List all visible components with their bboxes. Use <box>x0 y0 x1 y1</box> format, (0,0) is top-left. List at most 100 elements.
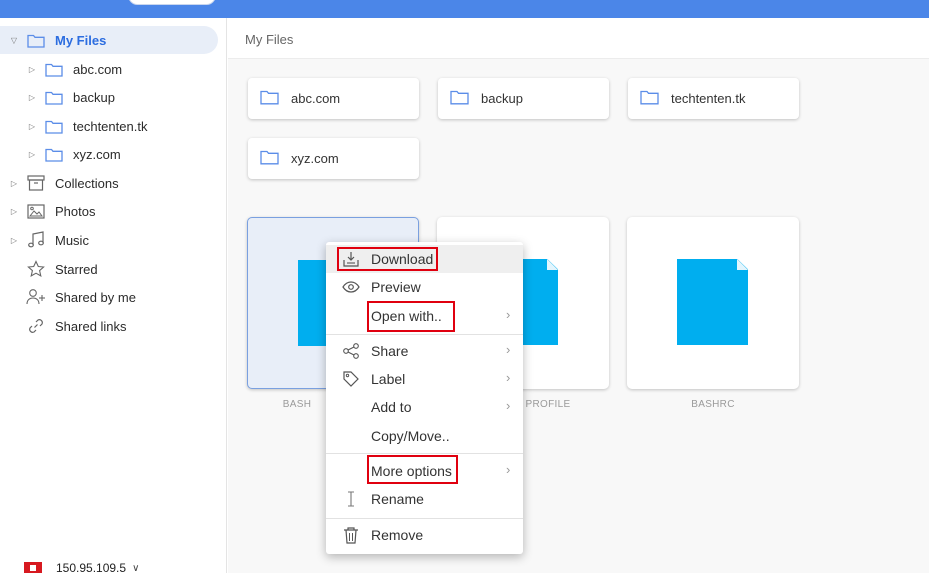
menu-item-label-tag[interactable]: Label › <box>326 365 523 393</box>
file-card[interactable] <box>627 217 799 389</box>
chevron-right-icon[interactable]: ▷ <box>9 207 19 216</box>
archive-box-icon <box>26 173 46 193</box>
menu-item-label: More options <box>371 463 452 479</box>
sidebar-item-label: Starred <box>55 261 98 277</box>
sidebar-item-folder[interactable]: ▷ backup <box>0 83 218 111</box>
top-bar <box>0 0 929 18</box>
menu-item-label: Remove <box>371 527 424 543</box>
text-cursor-icon <box>342 490 360 508</box>
menu-item-open-with[interactable]: Open with.. › <box>326 302 523 330</box>
folder-icon <box>640 89 659 110</box>
download-icon <box>342 250 360 268</box>
chevron-right-icon[interactable]: ▷ <box>27 65 37 74</box>
sidebar-item-label: Shared links <box>55 318 127 334</box>
chevron-right-icon: › <box>506 462 511 477</box>
sidebar-item-label: Collections <box>55 175 119 191</box>
share-icon <box>342 342 360 360</box>
sidebar: ▽ My Files ▷ abc.com ▷ backup ▷ techtent… <box>0 18 227 573</box>
folder-icon <box>26 30 46 50</box>
menu-item-label: Label <box>371 371 406 387</box>
menu-item-preview[interactable]: Preview <box>326 273 523 301</box>
menu-item-label: Share <box>371 343 409 359</box>
sidebar-item-label: xyz.com <box>73 146 121 162</box>
server-selector[interactable]: 150.95.109.5 ∨ <box>24 560 164 573</box>
menu-item-share[interactable]: Share › <box>326 337 523 365</box>
sidebar-item-folder[interactable]: ▷ techtenten.tk <box>0 112 218 140</box>
chevron-right-icon: › <box>506 342 511 357</box>
menu-divider <box>326 518 523 519</box>
flag-icon <box>24 562 42 573</box>
menu-item-remove[interactable]: Remove <box>326 521 523 549</box>
folder-card[interactable]: abc.com <box>248 78 419 119</box>
star-icon <box>26 259 46 279</box>
sidebar-item-label: Music <box>55 232 89 248</box>
chevron-down-icon[interactable]: ▽ <box>9 36 19 45</box>
sidebar-item-label: Shared by me <box>55 289 136 305</box>
image-icon <box>26 201 46 221</box>
folder-card[interactable]: techtenten.tk <box>628 78 799 119</box>
chevron-right-icon: › <box>506 398 511 413</box>
context-menu: Download Preview Open with.. › Share › L… <box>326 242 523 554</box>
menu-item-label: Open with.. <box>371 308 442 324</box>
sidebar-item-starred[interactable]: Starred <box>0 255 218 283</box>
sidebar-item-shared-links[interactable]: Shared links <box>0 312 218 340</box>
folder-card[interactable]: backup <box>438 78 609 119</box>
sidebar-item-label: abc.com <box>73 61 123 77</box>
sidebar-item-collections[interactable]: ▷ Collections <box>0 169 218 197</box>
folder-icon <box>44 87 64 107</box>
sidebar-item-label: My Files <box>55 32 107 48</box>
chevron-right-icon[interactable]: ▷ <box>27 122 37 131</box>
chevron-down-icon: ∨ <box>132 562 140 573</box>
sidebar-item-label: Photos <box>55 203 96 219</box>
chevron-right-icon[interactable]: ▷ <box>9 179 19 188</box>
chevron-right-icon: › <box>506 370 511 385</box>
folder-icon <box>260 89 279 110</box>
sidebar-item-label: techtenten.tk <box>73 118 148 134</box>
folder-icon <box>44 59 64 79</box>
menu-item-label: Copy/Move.. <box>371 428 450 444</box>
menu-item-copy-move[interactable]: Copy/Move.. <box>326 422 523 450</box>
chevron-right-icon: › <box>506 307 511 322</box>
sidebar-item-label: backup <box>73 89 115 105</box>
trash-icon <box>342 526 360 544</box>
folder-icon <box>260 149 279 170</box>
menu-item-label: Download <box>371 251 434 267</box>
menu-item-label: Add to <box>371 399 412 415</box>
chevron-right-icon[interactable]: ▷ <box>27 150 37 159</box>
folder-name: techtenten.tk <box>671 91 746 106</box>
breadcrumb: My Files <box>228 18 929 59</box>
eye-icon <box>342 278 360 296</box>
menu-item-add-to[interactable]: Add to › <box>326 393 523 421</box>
chevron-right-icon[interactable]: ▷ <box>9 236 19 245</box>
server-ip: 150.95.109.5 <box>56 561 127 573</box>
file-icon <box>677 259 748 345</box>
menu-item-label: Rename <box>371 491 424 507</box>
sidebar-item-folder[interactable]: ▷ xyz.com <box>0 140 218 168</box>
music-note-icon <box>26 230 46 250</box>
link-icon <box>26 316 46 336</box>
add-user-icon <box>26 287 46 307</box>
sidebar-item-folder[interactable]: ▷ abc.com <box>0 55 218 83</box>
sidebar-item-shared-by-me[interactable]: Shared by me <box>0 283 218 311</box>
folder-icon <box>44 116 64 136</box>
menu-divider <box>326 453 523 454</box>
menu-item-download[interactable]: Download <box>326 245 523 273</box>
folder-name: xyz.com <box>291 151 339 166</box>
folder-card[interactable]: xyz.com <box>248 138 419 179</box>
file-name: BASHRC <box>691 399 735 410</box>
folder-name: backup <box>481 91 523 106</box>
menu-item-rename[interactable]: Rename <box>326 485 523 513</box>
tag-icon <box>342 370 360 388</box>
sidebar-item-my-files[interactable]: ▽ My Files <box>0 26 218 54</box>
search-pill[interactable] <box>128 0 216 5</box>
menu-item-more-options[interactable]: More options › <box>326 457 523 485</box>
breadcrumb-current[interactable]: My Files <box>245 32 293 47</box>
sidebar-item-photos[interactable]: ▷ Photos <box>0 197 218 225</box>
folder-icon <box>450 89 469 110</box>
folder-name: abc.com <box>291 91 341 106</box>
menu-divider <box>326 334 523 335</box>
folder-icon <box>44 144 64 164</box>
chevron-right-icon[interactable]: ▷ <box>27 93 37 102</box>
sidebar-item-music[interactable]: ▷ Music <box>0 226 218 254</box>
menu-item-label: Preview <box>371 279 421 295</box>
